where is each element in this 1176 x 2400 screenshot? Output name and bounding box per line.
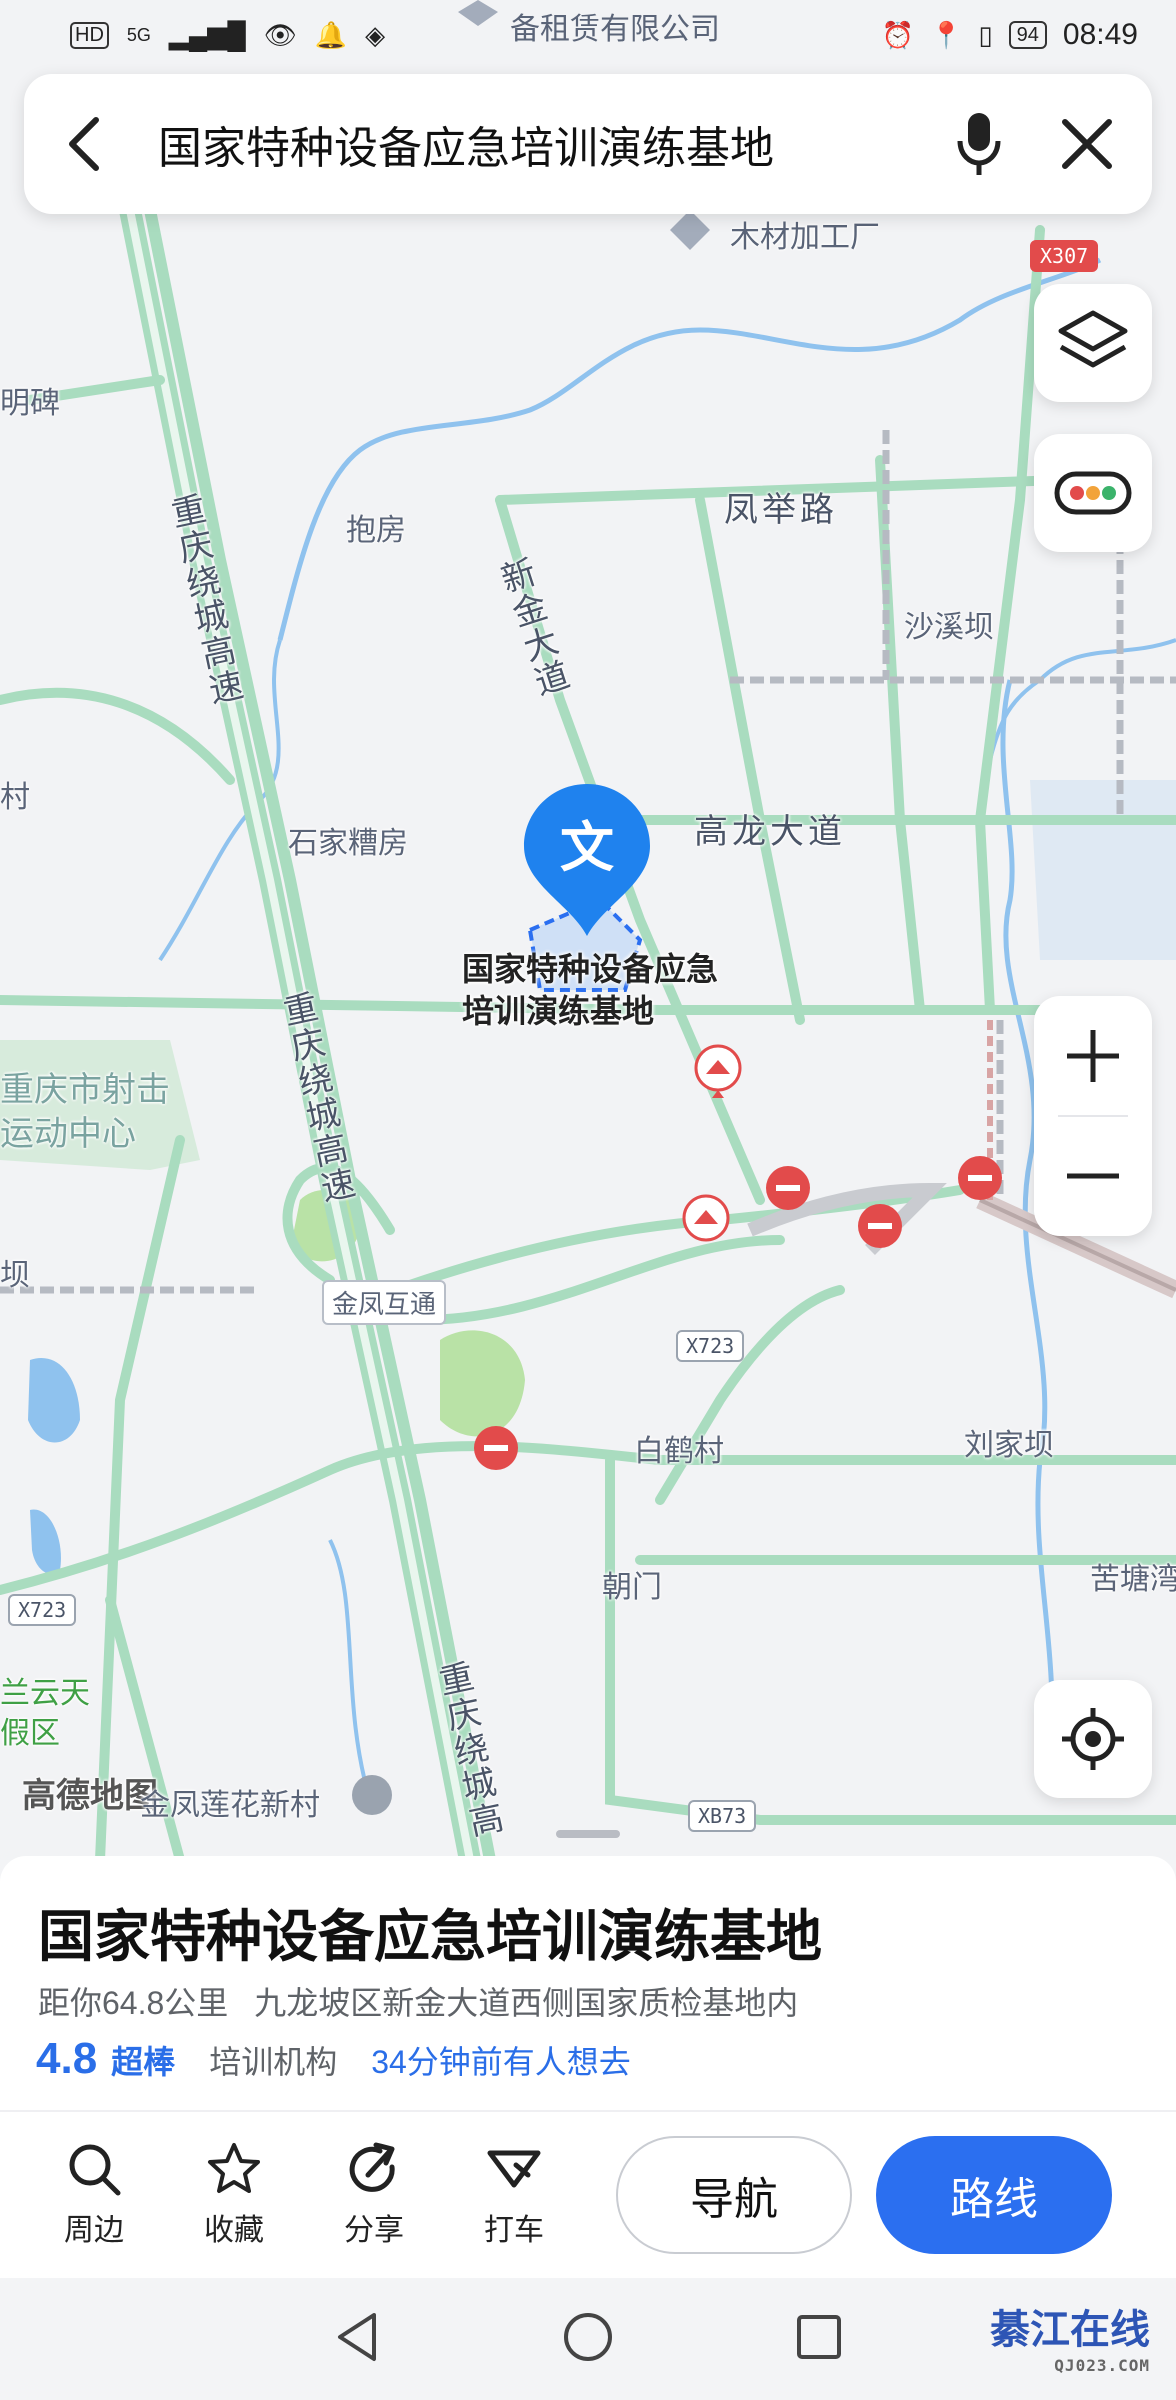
plus-icon — [1067, 1030, 1119, 1082]
map-label-jinfenghutong: 金凤互通 — [322, 1280, 447, 1325]
watermark-name: 綦江在线 — [990, 2306, 1150, 2353]
map-label-shaxiba: 沙溪坝 — [904, 610, 994, 645]
share-icon — [346, 2141, 402, 2197]
top-poi-label: 备租赁有限公司 — [510, 13, 720, 46]
map-label-muchai: 木材加工厂 — [730, 220, 880, 255]
locate-icon — [1062, 1708, 1124, 1770]
road-shield-x723-west: X723 — [8, 1594, 77, 1626]
zoom-controls — [1034, 996, 1152, 1236]
incident-markers — [474, 1044, 1002, 1470]
map-label-liujiaba: 刘家坝 — [964, 1428, 1054, 1463]
road-shield-x307: X307 — [1030, 240, 1099, 272]
map-label-shejizhongxin: 重庆市射击运动中心 — [0, 1070, 170, 1154]
pin-glyph: 文 — [560, 816, 614, 879]
navigate-button[interactable]: 导航 — [616, 2136, 852, 2254]
poi-subtitle: 距你64.8公里 九龙坡区新金大道西侧国家质检基地内 — [38, 1978, 798, 2024]
location-icon: 📍 — [929, 19, 963, 50]
back-button[interactable] — [54, 114, 114, 174]
clear-search-button[interactable] — [1052, 109, 1122, 179]
clock: 08:49 — [1062, 18, 1138, 51]
locate-me-button[interactable] — [1034, 1680, 1152, 1798]
pin-label: 国家特种设备应急培训演练基地 — [462, 951, 719, 1029]
nav-home-icon — [564, 2312, 612, 2361]
network-5g-icon: 5G — [126, 24, 151, 45]
nav-recents-icon — [797, 2314, 841, 2359]
minus-icon — [1067, 1173, 1119, 1179]
taxi-button[interactable]: 打车 — [444, 2141, 584, 2249]
shield-icon: ◈ — [365, 19, 386, 50]
map-label-kutang: 苦塘湾 — [1090, 1562, 1176, 1597]
search-query[interactable]: 国家特种设备应急培训演练基地 — [114, 112, 906, 176]
zoom-out-button[interactable] — [1034, 1117, 1152, 1235]
close-icon — [1062, 119, 1112, 169]
map-label-baihecun: 白鹤村 — [634, 1434, 724, 1469]
nearby-button[interactable]: 周边 — [24, 2141, 164, 2249]
share-label: 分享 — [344, 2214, 404, 2247]
sheet-drag-handle[interactable] — [556, 1830, 620, 1838]
map-label-cun: 村 — [0, 780, 30, 815]
signal-icon: ▂▄▆█ — [168, 19, 246, 50]
search-bar: 国家特种设备应急培训演练基地 — [24, 74, 1152, 214]
road-shield-x723: X723 — [676, 1330, 745, 1362]
microphone-icon — [957, 113, 1001, 175]
poi-category: 培训机构 — [209, 2044, 338, 2080]
hd-icon: HD — [70, 21, 109, 49]
map-label-ba: 坝 — [0, 1258, 30, 1293]
poi-title: 国家特种设备应急培训演练基地 — [38, 1905, 822, 1968]
pin-marker-icon: 文 — [524, 784, 650, 936]
vibrate-icon: ▯ — [978, 19, 993, 50]
eye-icon: 👁 — [263, 19, 297, 50]
watermark-logo: 綦江在线 QJ023.COM — [990, 2306, 1150, 2384]
map-label-baofang: 抱房 — [346, 513, 406, 548]
poi-rating: 4.8 — [36, 2034, 98, 2083]
map-logo-gaode: 高德地图 — [22, 1776, 158, 1816]
poi-distance: 距你64.8公里 — [38, 1985, 229, 2021]
star-icon — [206, 2141, 262, 2197]
bell-icon: 🔔 — [314, 19, 348, 50]
battery-indicator: 94 — [1008, 21, 1047, 49]
taxi-flag-icon — [486, 2141, 542, 2197]
traffic-toggle-button[interactable] — [1034, 434, 1152, 552]
poi-address: 九龙坡区新金大道西侧国家质检基地内 — [254, 1985, 799, 2021]
map-label-fengjulu: 凤举路 — [724, 490, 838, 530]
action-bar: 周边 收藏 分享 打车 导航 路线 — [0, 2110, 1176, 2278]
voice-search-button[interactable] — [944, 109, 1014, 179]
watermark-url: QJ023.COM — [1054, 2356, 1150, 2375]
zoom-in-button[interactable] — [1034, 997, 1152, 1115]
map-label-mingbei: 明碑 — [0, 386, 60, 421]
favorite-label: 收藏 — [204, 2214, 264, 2247]
destination-pin[interactable]: 文 — [520, 780, 654, 945]
map-label-chaomen: 朝门 — [602, 1570, 662, 1605]
poi-popularity: 34分钟前有人想去 — [371, 2044, 631, 2080]
map-label-lianhuaxincun: 金凤莲花新村 — [140, 1788, 320, 1823]
map-layers-button[interactable] — [1034, 284, 1152, 402]
nav-back-icon — [338, 2312, 376, 2361]
alarm-icon: ⏰ — [881, 19, 914, 50]
poi-meta: 4.8 超棒 培训机构 34分钟前有人想去 — [36, 2034, 631, 2084]
traffic-light-icon — [1054, 471, 1132, 515]
nav-home-button[interactable] — [562, 2311, 614, 2368]
route-button[interactable]: 路线 — [876, 2136, 1112, 2254]
search-icon — [66, 2141, 122, 2197]
map-label-lanyuntian: 兰云天假区 — [0, 1676, 90, 1751]
map-label-gaolongdadao: 高龙大道 — [694, 812, 846, 852]
back-arrow-icon — [69, 117, 99, 171]
road-shield-xb73: XB73 — [688, 1800, 757, 1832]
poi-rating-word: 超棒 — [111, 2044, 176, 2080]
map-label-shijiacaofang: 石家糟房 — [288, 826, 408, 861]
layers-icon — [1058, 310, 1128, 368]
nav-recents-button[interactable] — [794, 2312, 844, 2367]
favorite-button[interactable]: 收藏 — [164, 2141, 304, 2249]
taxi-label: 打车 — [484, 2214, 544, 2247]
nearby-label: 周边 — [64, 2214, 124, 2247]
status-bar: HD 5G ▂▄▆█ 👁 🔔 ◈ 备租赁有限公司 ⏰ 📍 ▯ 94 08:49 — [0, 0, 1176, 70]
nav-back-button[interactable] — [332, 2309, 382, 2370]
share-button[interactable]: 分享 — [304, 2141, 444, 2249]
